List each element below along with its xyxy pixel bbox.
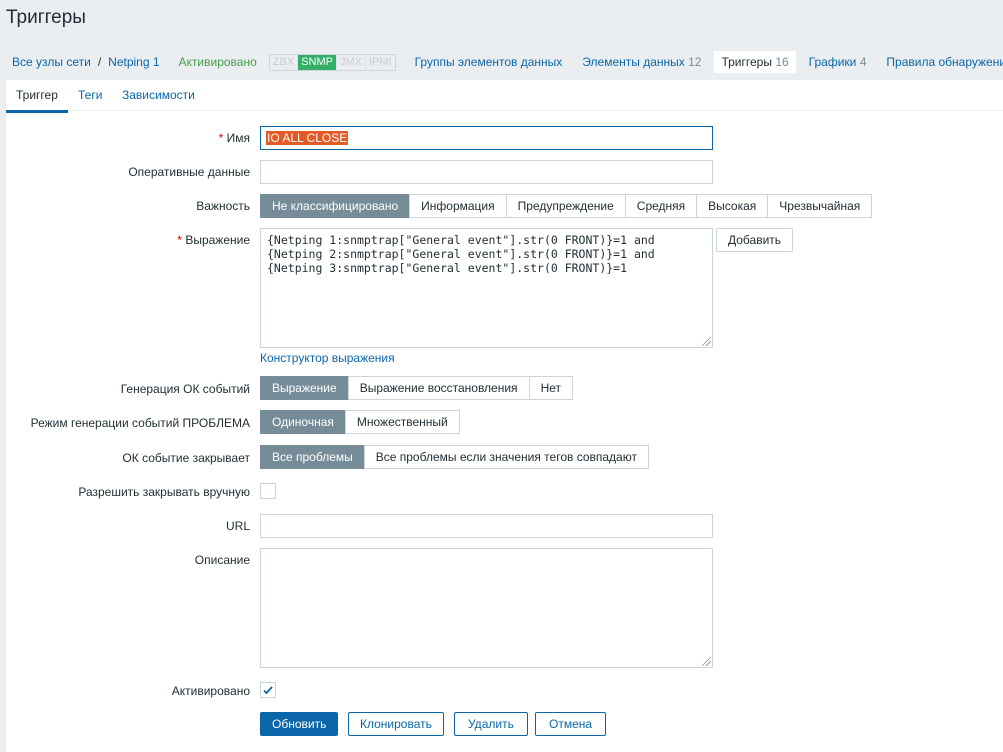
ok-closes-label: ОК событие закрывает bbox=[122, 451, 250, 465]
host-navigation: Все узлы сети / Netping 1 Активировано Z… bbox=[0, 51, 1003, 73]
subtab-trigger[interactable]: Триггер bbox=[6, 88, 68, 113]
page-title: Триггеры bbox=[6, 7, 86, 28]
ok-gen-none[interactable]: Нет bbox=[528, 376, 573, 400]
severity-warning[interactable]: Предупреждение bbox=[505, 194, 626, 218]
tab-item-groups[interactable]: Группы элементов данных bbox=[408, 51, 570, 73]
ok-closes-tag-match[interactable]: Все проблемы если значения тегов совпада… bbox=[363, 445, 649, 469]
form-tabs: Триггер Теги Зависимости bbox=[6, 80, 1003, 113]
severity-not-classified[interactable]: Не классифицировано bbox=[260, 194, 411, 218]
opdata-label: Оперативные данные bbox=[128, 165, 250, 179]
expression-textarea[interactable]: {Netping 1:snmptrap["General event"].str… bbox=[260, 228, 713, 348]
breadcrumb-separator: / bbox=[97, 55, 102, 69]
description-label: Описание bbox=[194, 553, 250, 567]
snmp-badge: SNMP bbox=[298, 54, 337, 70]
severity-information[interactable]: Информация bbox=[409, 194, 507, 218]
name-input[interactable]: IO ALL CLOSE bbox=[260, 126, 713, 150]
manual-close-label: Разрешить закрывать вручную bbox=[78, 485, 250, 499]
enabled-label: Активировано bbox=[171, 684, 250, 698]
cancel-button[interactable]: Отмена bbox=[535, 712, 607, 736]
tab-count: 4 bbox=[859, 55, 867, 69]
url-input[interactable] bbox=[260, 514, 713, 538]
tab-label: Графики bbox=[808, 55, 857, 69]
tab-label: Элементы данных bbox=[582, 55, 685, 69]
ok-gen-selector: Выражение Выражение восстановления Нет bbox=[260, 376, 573, 400]
ok-gen-expression[interactable]: Выражение bbox=[260, 376, 349, 400]
checkmark-icon bbox=[263, 686, 273, 695]
tab-count: 12 bbox=[688, 55, 702, 69]
tab-label: Группы элементов данных bbox=[414, 55, 563, 69]
ok-gen-recovery[interactable]: Выражение восстановления bbox=[347, 376, 530, 400]
ok-closes-all[interactable]: Все проблемы bbox=[260, 445, 365, 469]
tab-label: Триггеры bbox=[721, 55, 772, 69]
ok-closes-selector: Все проблемы Все проблемы если значения … bbox=[260, 445, 649, 469]
problem-mode-single[interactable]: Одиночная bbox=[260, 410, 346, 434]
jmx-badge: JMX bbox=[337, 54, 366, 70]
tab-count: 16 bbox=[775, 55, 789, 69]
tab-triggers[interactable]: Триггеры 16 bbox=[714, 51, 796, 73]
enabled-checkbox[interactable] bbox=[260, 682, 276, 698]
name-label: Имя bbox=[219, 131, 250, 145]
description-textarea[interactable] bbox=[260, 548, 713, 668]
tab-graphs[interactable]: Графики 4 bbox=[802, 51, 874, 73]
opdata-input[interactable] bbox=[260, 160, 713, 184]
severity-label: Важность bbox=[196, 199, 250, 213]
tab-discovery[interactable]: Правила обнаружения bbox=[879, 51, 1003, 73]
resize-handle-icon[interactable] bbox=[702, 337, 711, 346]
availability-badges: ZBX SNMP JMX IPMI bbox=[268, 53, 396, 71]
zbx-badge: ZBX bbox=[270, 54, 299, 70]
manual-close-checkbox[interactable] bbox=[260, 483, 276, 499]
expression-value: {Netping 1:snmptrap["General event"].str… bbox=[267, 233, 655, 275]
add-expression-button[interactable]: Добавить bbox=[716, 228, 794, 252]
resize-handle-icon[interactable] bbox=[702, 657, 711, 666]
all-hosts-link[interactable]: Все узлы сети bbox=[12, 55, 91, 69]
severity-average[interactable]: Средняя bbox=[624, 194, 698, 218]
subtab-dependencies[interactable]: Зависимости bbox=[122, 88, 195, 102]
delete-button[interactable]: Удалить bbox=[454, 712, 528, 736]
tab-items[interactable]: Элементы данных 12 bbox=[575, 51, 708, 73]
problem-mode-selector: Одиночная Множественный bbox=[260, 410, 460, 434]
expression-constructor-link[interactable]: Конструктор выражения bbox=[260, 351, 395, 365]
problem-mode-multiple[interactable]: Множественный bbox=[344, 410, 460, 434]
trigger-form: Триггер Теги Зависимости Имя IO ALL CLOS… bbox=[6, 80, 1003, 752]
severity-high[interactable]: Высокая bbox=[696, 194, 769, 218]
severity-disaster[interactable]: Чрезвычайная bbox=[767, 194, 873, 218]
severity-selector: Не классифицировано Информация Предупреж… bbox=[260, 194, 873, 218]
update-button[interactable]: Обновить bbox=[260, 712, 339, 736]
host-link[interactable]: Netping 1 bbox=[108, 55, 159, 69]
url-label: URL bbox=[225, 519, 250, 533]
expression-label: Выражение bbox=[177, 233, 250, 247]
tab-label: Правила обнаружения bbox=[886, 55, 1003, 69]
ipmi-badge: IPMI bbox=[368, 55, 392, 68]
host-status[interactable]: Активировано bbox=[179, 55, 257, 69]
clone-button[interactable]: Клонировать bbox=[348, 712, 444, 736]
ok-gen-label: Генерация ОК событий bbox=[120, 382, 250, 396]
name-value: IO ALL CLOSE bbox=[266, 131, 349, 145]
subtab-tags[interactable]: Теги bbox=[78, 88, 102, 102]
problem-mode-label: Режим генерации событий ПРОБЛЕМА bbox=[30, 416, 250, 430]
